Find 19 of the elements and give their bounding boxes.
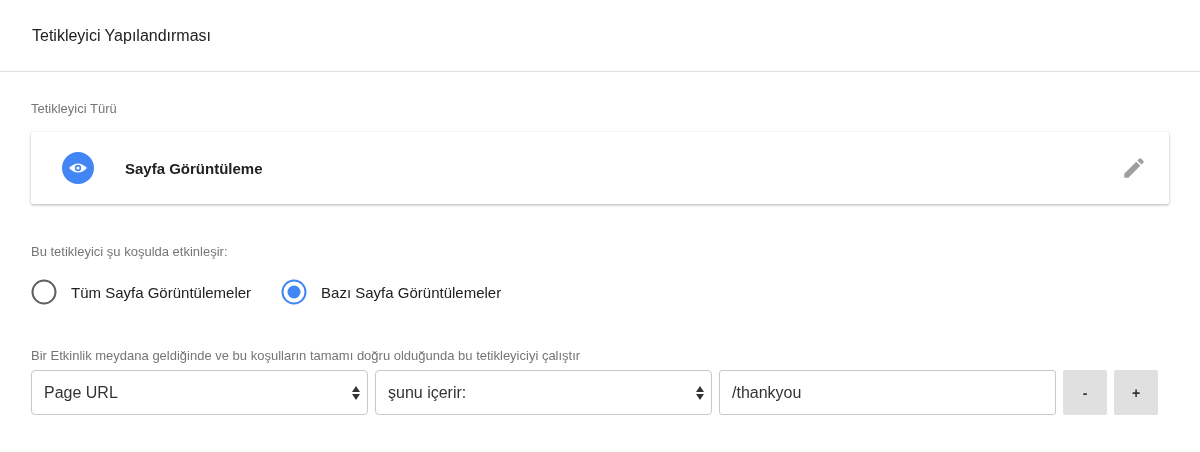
operator-select[interactable]: şunu içerir: bbox=[375, 370, 712, 415]
trigger-type-name: Sayfa Görüntüleme bbox=[125, 159, 264, 177]
sort-arrows-icon bbox=[351, 384, 361, 401]
field-label: Tetikleyici Türü bbox=[31, 101, 118, 116]
field-label: Bir Etkinlik meydana geldiğinde ve bu koşulların tamamı doğru olduğunda bu tetikleyiciyi çalıştır bbox=[31, 348, 582, 363]
sort-arrows-icon bbox=[695, 384, 705, 401]
section-title: Tetikleyici Yapılandırması bbox=[32, 26, 212, 45]
eye-icon bbox=[62, 152, 94, 184]
trigger-type-card[interactable]: Sayfa Görüntüleme bbox=[31, 132, 1169, 204]
add-button[interactable]: + bbox=[1114, 370, 1158, 415]
pencil-icon[interactable] bbox=[1121, 155, 1147, 181]
remove-button[interactable]: - bbox=[1063, 370, 1107, 415]
radio-button[interactable] bbox=[281, 279, 308, 305]
value-field[interactable]: /thankyou bbox=[719, 370, 1056, 415]
variable-select[interactable]: Page URL bbox=[31, 370, 368, 415]
radio-option[interactable]: Bazı Sayfa Görüntülemeler bbox=[281, 279, 502, 305]
radio-option[interactable]: Tüm Sayfa Görüntülemeler bbox=[31, 279, 252, 305]
radio-button[interactable] bbox=[31, 279, 57, 305]
field-label: Bu tetikleyici şu koşulda etkinleşir: bbox=[31, 244, 229, 259]
